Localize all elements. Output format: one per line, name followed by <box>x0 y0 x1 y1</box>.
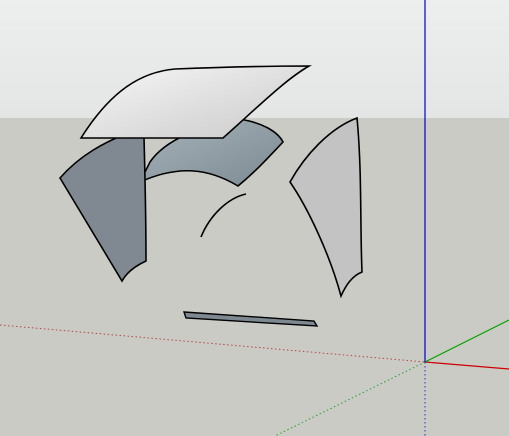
red-axis-dotted <box>0 324 426 363</box>
right-curved-panel[interactable] <box>289 116 363 299</box>
flat-strip-panel[interactable] <box>183 311 319 327</box>
left-curved-panel[interactable] <box>59 132 147 283</box>
curve-edge[interactable] <box>200 193 247 238</box>
top-curved-panel[interactable] <box>79 65 312 139</box>
red-axis <box>424 361 509 370</box>
scene-canvas[interactable] <box>0 0 509 436</box>
green-axis <box>424 319 509 363</box>
green-axis-dotted <box>274 361 426 436</box>
model-viewport[interactable] <box>0 0 509 436</box>
